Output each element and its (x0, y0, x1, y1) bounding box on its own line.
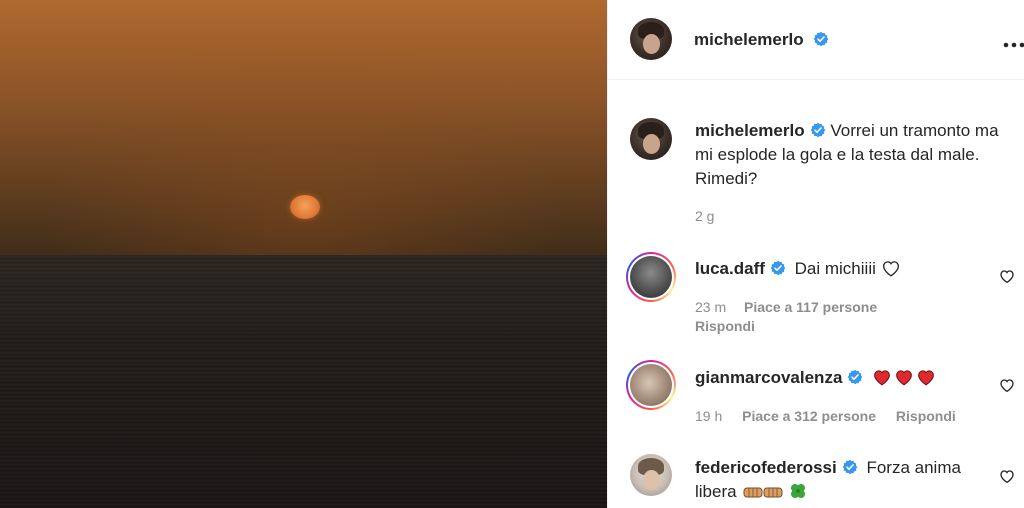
sun (290, 195, 320, 219)
comments-panel: michelemerlo michelemerlo Vorrei un tram… (607, 0, 1024, 508)
fist-bump-emoji-icon (741, 482, 788, 501)
post-caption: michelemerlo Vorrei un tramonto ma mi es… (695, 119, 1005, 191)
like-heart-icon[interactable] (999, 468, 1015, 484)
four-leaf-clover-emoji-icon (791, 484, 806, 498)
sky (0, 0, 607, 258)
verified-badge-icon (810, 122, 825, 138)
author-avatar[interactable] (630, 18, 672, 60)
red-heart-emoji-icon (874, 370, 890, 386)
comment-time[interactable]: 23 m (695, 299, 726, 315)
comment-meta: 23 m Piace a 117 persone (695, 299, 891, 315)
post-photo[interactable] (0, 0, 607, 508)
comment-reply-button[interactable]: Rispondi (695, 318, 755, 334)
white-heart-emoji-icon (882, 261, 899, 277)
comment-item: luca.daff Dai michiiii 23 m Piace a 117 … (608, 252, 1024, 342)
comment-body: luca.daff Dai michiiii (695, 257, 985, 281)
comment-item: gianmarcovalenza 19 h Piace a 312 person… (608, 360, 1024, 430)
like-heart-icon[interactable] (999, 268, 1015, 284)
verified-badge-icon (813, 31, 829, 47)
comment-username[interactable]: federicofederossi (695, 458, 837, 477)
more-options-icon[interactable] (1003, 30, 1024, 52)
comment-item: federicofederossi Forza anima libera (608, 452, 1024, 508)
comment-body: federicofederossi Forza anima libera (695, 456, 985, 504)
caption-avatar[interactable] (630, 118, 672, 160)
header-user: michelemerlo (694, 30, 829, 50)
comment-avatar (630, 256, 672, 298)
like-heart-icon[interactable] (999, 377, 1015, 393)
comment-username[interactable]: luca.daff (695, 259, 765, 278)
comment-reply-button[interactable]: Rispondi (896, 408, 956, 424)
comment-avatar (630, 364, 672, 406)
verified-badge-icon (842, 459, 858, 475)
verified-badge-icon (770, 260, 786, 276)
caption-username[interactable]: michelemerlo (695, 121, 805, 140)
comment-avatar-ring[interactable] (626, 252, 676, 302)
sea (0, 256, 607, 508)
red-heart-emoji-icon (896, 370, 912, 386)
red-heart-emoji-icon (918, 370, 934, 386)
comment-likes[interactable]: Piace a 117 persone (744, 299, 877, 315)
red-hearts (872, 368, 938, 387)
comment-time[interactable]: 19 h (695, 408, 722, 424)
comment-likes[interactable]: Piace a 312 persone (742, 408, 876, 424)
comment-meta: 19 h Piace a 312 persone Rispondi (695, 408, 970, 424)
header-username[interactable]: michelemerlo (694, 30, 804, 49)
post-header: michelemerlo (608, 0, 1024, 80)
comment-body: gianmarcovalenza (695, 366, 995, 390)
comment-avatar[interactable] (630, 454, 672, 496)
comment-avatar-ring[interactable] (626, 360, 676, 410)
comment-text: Dai michiiii (794, 259, 876, 278)
verified-badge-icon (848, 369, 863, 385)
post-age[interactable]: 2 g (695, 208, 714, 224)
comment-username[interactable]: gianmarcovalenza (695, 368, 842, 387)
